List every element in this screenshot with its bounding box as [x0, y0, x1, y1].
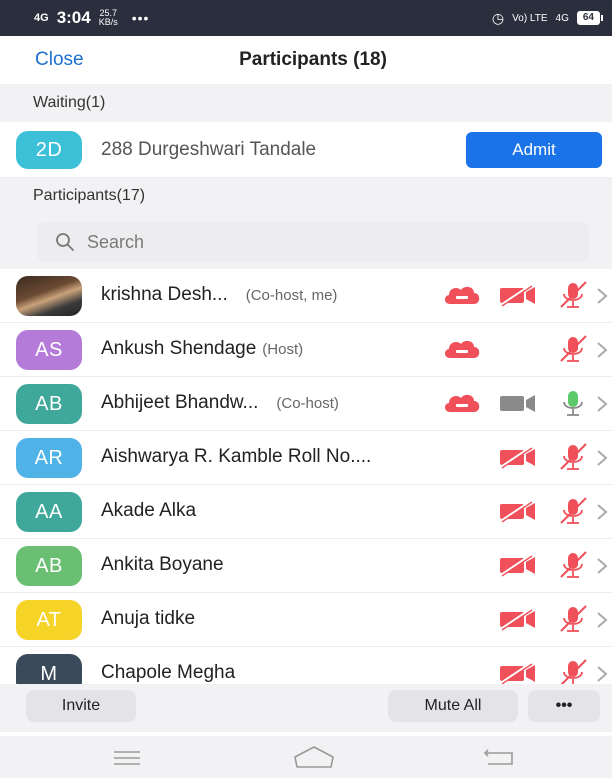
notification-dots: ••• [131, 10, 150, 26]
participant-role: (Host) [262, 341, 304, 358]
more-button[interactable]: ••• [528, 690, 600, 722]
cloud-record-icon [442, 338, 482, 365]
participant-role: (Co-host, me) [245, 287, 338, 304]
participant-row[interactable]: AA Akade Alka [0, 485, 612, 539]
search-box[interactable] [37, 222, 589, 262]
mic-off-icon[interactable] [556, 604, 590, 639]
video-icon[interactable] [498, 391, 538, 420]
avatar: AB [16, 384, 82, 424]
video-off-icon[interactable] [498, 607, 538, 636]
header: Participants (18) Close [0, 36, 612, 84]
alarm-icon: ◷ [491, 9, 505, 26]
avatar: AB [16, 546, 82, 586]
clock: 3:04 [56, 8, 91, 27]
waiting-row: 2D 288 Durgeshwari Tandale Admit [0, 122, 612, 178]
network-speed: 25.7 KB/s [99, 9, 118, 27]
chevron-right-icon[interactable] [595, 502, 609, 527]
network-indicator-right: 4G [555, 12, 569, 24]
avatar: AR [16, 438, 82, 478]
system-nav-bar [0, 736, 612, 778]
avatar: AS [16, 330, 82, 370]
participant-name: krishna Desh... (Co-host, me) [101, 284, 337, 306]
cloud-record-icon [442, 284, 482, 311]
invite-button[interactable]: Invite [26, 690, 136, 722]
search-icon [56, 233, 74, 251]
participant-name: Akade Alka [101, 500, 196, 522]
avatar: AT [16, 600, 82, 640]
mic-icon[interactable] [556, 388, 590, 423]
participant-row[interactable]: krishna Desh... (Co-host, me) [0, 269, 612, 323]
chevron-right-icon[interactable] [595, 394, 609, 419]
avatar: AA [16, 492, 82, 532]
participant-row[interactable]: AS Ankush Shendage (Host) [0, 323, 612, 377]
participant-row[interactable]: AB Ankita Boyane [0, 539, 612, 593]
mic-off-icon[interactable] [556, 280, 590, 315]
participant-name: Abhijeet Bhandw... (Co-host) [101, 392, 339, 414]
avatar: 2D [16, 131, 82, 169]
video-off-icon[interactable] [498, 553, 538, 582]
mic-off-icon[interactable] [556, 334, 590, 369]
status-right: ◷ Vo) LTE 4G 64 [491, 9, 604, 27]
network-indicator: 4G [34, 12, 49, 24]
search-input[interactable] [87, 231, 487, 253]
chevron-right-icon[interactable] [595, 286, 609, 311]
close-button[interactable]: Close [35, 49, 84, 71]
participant-name-text: Chapole Megha [101, 662, 236, 683]
chevron-right-icon[interactable] [595, 556, 609, 581]
participant-name-text: Ankush Shendage [101, 338, 257, 359]
participant-name: Aishwarya R. Kamble Roll No.... [101, 446, 371, 468]
waiting-section-header: Waiting(1) [0, 84, 612, 122]
participant-name-text: Abhijeet Bhandw... [101, 392, 259, 413]
bottom-toolbar: Invite Mute All ••• [0, 684, 612, 732]
participant-row[interactable]: AR Aishwarya R. Kamble Roll No.... [0, 431, 612, 485]
volte-indicator: Vo) LTE [512, 12, 548, 24]
participant-name-text: Ankita Boyane [101, 554, 224, 575]
status-bar: 4G 3:04 25.7 KB/s ••• ◷ Vo) LTE 4G 64 [0, 0, 612, 36]
admit-button[interactable]: Admit [466, 132, 602, 168]
video-off-icon[interactable] [498, 445, 538, 474]
avatar [16, 276, 82, 316]
chevron-right-icon[interactable] [595, 610, 609, 635]
chevron-right-icon[interactable] [595, 340, 609, 365]
chevron-right-icon[interactable] [595, 448, 609, 473]
cloud-record-icon [442, 392, 482, 419]
participant-row[interactable]: AB Abhijeet Bhandw... (Co-host) [0, 377, 612, 431]
participant-name-text: Akade Alka [101, 500, 197, 521]
participant-name: Ankush Shendage (Host) [101, 338, 303, 360]
waiting-section-label: Waiting(1) [33, 94, 106, 111]
video-off-icon[interactable] [498, 499, 538, 528]
video-off-icon[interactable] [498, 283, 538, 312]
mic-off-icon[interactable] [556, 550, 590, 585]
page-title: Participants (18) [239, 49, 387, 70]
participant-name-text: Aishwarya R. Kamble Roll No.... [101, 446, 372, 467]
participants-section-header: Participants(17) [0, 178, 612, 214]
waiting-user-name: 288 Durgeshwari Tandale [101, 139, 317, 160]
participant-name: Ankita Boyane [101, 554, 224, 576]
back-icon[interactable] [482, 746, 516, 768]
participant-name-text: Anuja tidke [101, 608, 196, 629]
home-icon[interactable] [292, 744, 336, 770]
mic-off-icon[interactable] [556, 496, 590, 531]
menu-icon[interactable] [112, 750, 142, 766]
participant-name: Chapole Megha [101, 662, 235, 684]
participant-name-text: krishna Desh... [101, 284, 228, 305]
participant-name: Anuja tidke [101, 608, 195, 630]
participants-section-label: Participants(17) [33, 187, 146, 204]
battery-icon: 64 [576, 11, 604, 25]
mute-all-button[interactable]: Mute All [388, 690, 518, 722]
network-speed-unit: KB/s [98, 17, 118, 27]
participant-row[interactable]: AT Anuja tidke [0, 593, 612, 647]
status-left: 4G 3:04 25.7 KB/s ••• [34, 8, 149, 28]
mic-off-icon[interactable] [556, 442, 590, 477]
participant-role: (Co-host) [276, 395, 339, 412]
